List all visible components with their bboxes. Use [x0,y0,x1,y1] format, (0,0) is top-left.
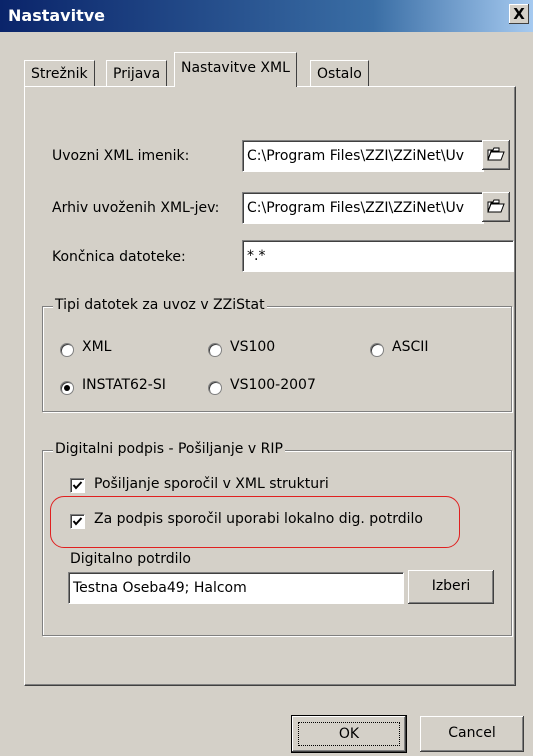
choose-cert-button[interactable]: Izberi [408,570,494,604]
tab-nastavitve-xml[interactable]: Nastavitve XML [174,52,297,87]
tab-prijava[interactable]: Prijava [106,60,168,87]
cancel-button[interactable]: Cancel [420,716,524,752]
tab-ostalo[interactable]: Ostalo [310,60,369,87]
local-cert-label: Za podpis sporočil uporabi lokalno dig. … [94,511,423,527]
browse-import-dir-button[interactable] [482,140,510,170]
archive-label: Arhiv uvoženih XML-jev: [52,200,220,216]
cert-input[interactable]: Testna Oseba49; Halcom [68,572,404,604]
radio-vs100[interactable] [208,343,222,357]
extension-input[interactable]: *.* [242,240,514,272]
radio-vs100-label: VS100 [230,339,276,355]
title-bar: Nastavitve X [0,0,533,32]
radio-selected-dot [64,385,70,391]
extension-label: Končnica datoteke: [52,249,186,265]
ok-button-label: OK [298,722,400,746]
radio-instat62-si-label: INSTAT62-SI [82,377,166,393]
browse-archive-button[interactable] [482,192,510,222]
window-title: Nastavitve [8,6,105,25]
import-dir-input[interactable]: C:\Program Files\ZZI\ZZiNet\Uv [242,140,484,172]
cert-label: Digitalno potrdilo [70,551,191,567]
archive-input[interactable]: C:\Program Files\ZZI\ZZiNet\Uv [242,192,484,224]
file-types-title: Tipi datotek za uvoz v ZZiStat [53,297,267,313]
tab-streznik[interactable]: Strežnik [24,60,95,87]
radio-vs100-2007[interactable] [208,381,222,395]
xml-send-checkbox[interactable] [70,478,85,493]
checkmark-icon [72,481,83,490]
checkmark-icon [72,517,83,526]
local-cert-checkbox[interactable] [70,514,85,529]
close-button[interactable]: X [509,4,529,24]
folder-open-icon [487,147,505,161]
digital-signature-title: Digitalni podpis - Pošiljanje v RIP [53,441,285,457]
file-types-group: Tipi datotek za uvoz v ZZiStat [42,297,512,412]
xml-send-label: Pošiljanje sporočil v XML strukturi [94,476,329,492]
radio-xml-label: XML [82,339,112,355]
radio-instat62-si[interactable] [60,381,74,395]
radio-ascii-label: ASCII [392,339,429,355]
radio-ascii[interactable] [370,343,384,357]
radio-xml[interactable] [60,343,74,357]
ok-button[interactable]: OK [291,715,407,753]
import-dir-label: Uvozni XML imenik: [52,148,190,164]
radio-vs100-2007-label: VS100-2007 [230,377,316,393]
folder-open-icon [487,199,505,213]
